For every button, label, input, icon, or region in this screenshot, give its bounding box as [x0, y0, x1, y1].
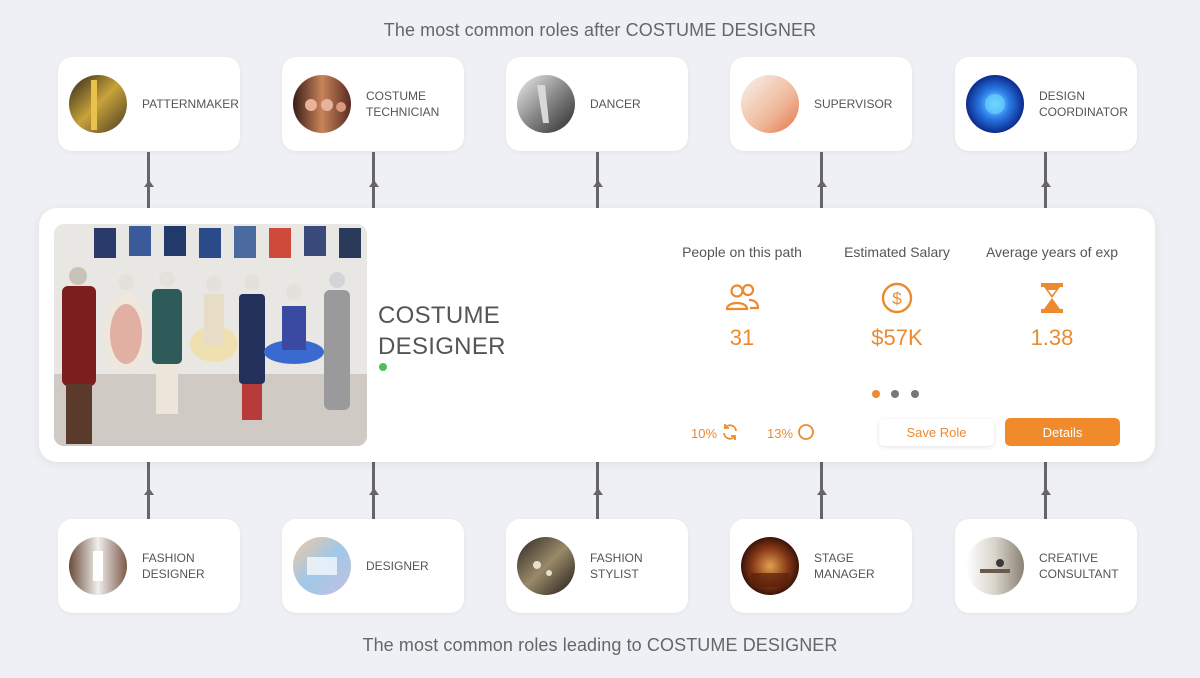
- arrow-up-icon: [816, 180, 827, 187]
- metric-value: 13%: [767, 426, 794, 441]
- role-label: FASHION STYLIST: [590, 551, 643, 581]
- fashion-designer-photo: [69, 537, 127, 595]
- costume-technician-photo: [293, 75, 351, 133]
- role-card-creative-consultant[interactable]: CREATIVE CONSULTANT: [955, 519, 1137, 613]
- stat-value-people: 31: [729, 325, 755, 350]
- stat-label-experience: Average years of exp: [985, 244, 1119, 260]
- role-label: SUPERVISOR: [814, 97, 893, 111]
- arrow-up-icon: [368, 488, 379, 495]
- role-card-fashion-stylist[interactable]: FASHION STYLIST: [506, 519, 688, 613]
- role-title: COSTUME DESIGNER: [378, 302, 506, 360]
- main-role-card: COSTUME DESIGNER People on this path 31 …: [39, 208, 1155, 462]
- role-card-design-coordinator[interactable]: DESIGN COORDINATOR: [955, 57, 1137, 151]
- stage-manager-photo: [741, 537, 799, 595]
- creative-consultant-photo: [966, 537, 1024, 595]
- arrow-up-icon: [592, 488, 603, 495]
- stat-label-people: People on this path: [682, 244, 802, 260]
- pager-dot-3[interactable]: [911, 390, 919, 398]
- stat-label-salary: Estimated Salary: [844, 244, 950, 260]
- designer-photo: [293, 537, 351, 595]
- role-label: STAGE MANAGER: [814, 551, 875, 581]
- dancer-photo: [517, 75, 575, 133]
- arrow-up-icon: [1040, 488, 1051, 495]
- role-card-patternmaker[interactable]: PATTERNMAKER: [58, 57, 240, 151]
- costume-designer-photo: [54, 224, 367, 446]
- refresh-icon: [721, 423, 739, 444]
- supervisor-photo: [741, 75, 799, 133]
- role-card-fashion-designer[interactable]: FASHION DESIGNER: [58, 519, 240, 613]
- details-button[interactable]: Details: [1005, 418, 1120, 446]
- role-card-designer[interactable]: DESIGNER: [282, 519, 464, 613]
- save-role-button[interactable]: Save Role: [879, 419, 994, 446]
- role-label: DANCER: [590, 97, 641, 111]
- arrow-up-icon: [1040, 180, 1051, 187]
- role-card-supervisor[interactable]: SUPERVISOR: [730, 57, 912, 151]
- status-dot: [379, 363, 387, 371]
- metric-value: 10%: [691, 426, 718, 441]
- top-heading: The most common roles after COSTUME DESI…: [383, 20, 817, 40]
- pager-dot-2[interactable]: [891, 390, 899, 398]
- pager-dot-1[interactable]: [872, 390, 880, 398]
- fashion-stylist-photo: [517, 537, 575, 595]
- arrow-up-icon: [143, 488, 154, 495]
- role-label: PATTERNMAKER: [142, 97, 239, 111]
- hourglass-icon: [1040, 282, 1064, 319]
- svg-text:$: $: [892, 289, 902, 308]
- metric-refresh: 10%: [691, 423, 739, 444]
- role-card-costume-technician[interactable]: COSTUME TECHNICIAN: [282, 57, 464, 151]
- stat-value-salary: $57K: [871, 325, 923, 350]
- role-card-stage-manager[interactable]: STAGE MANAGER: [730, 519, 912, 613]
- role-label: FASHION DESIGNER: [142, 551, 205, 581]
- arrow-up-icon: [143, 180, 154, 187]
- role-label: DESIGNER: [366, 559, 429, 573]
- people-icon: [725, 282, 760, 317]
- arrow-up-icon: [592, 180, 603, 187]
- role-label: DESIGN COORDINATOR: [1039, 89, 1128, 119]
- design-coordinator-photo: [966, 75, 1024, 133]
- dollar-icon: $: [881, 282, 913, 319]
- bottom-heading: The most common roles leading to COSTUME…: [362, 635, 838, 655]
- role-label: COSTUME TECHNICIAN: [366, 89, 440, 119]
- arrow-up-icon: [816, 488, 827, 495]
- role-card-dancer[interactable]: DANCER: [506, 57, 688, 151]
- arrow-up-icon: [368, 180, 379, 187]
- patternmaker-photo: [69, 75, 127, 133]
- circle-icon: [797, 423, 815, 444]
- stat-value-experience: 1.38: [1030, 325, 1074, 350]
- role-label: CREATIVE CONSULTANT: [1039, 551, 1119, 581]
- metric-circle: 13%: [767, 423, 815, 444]
